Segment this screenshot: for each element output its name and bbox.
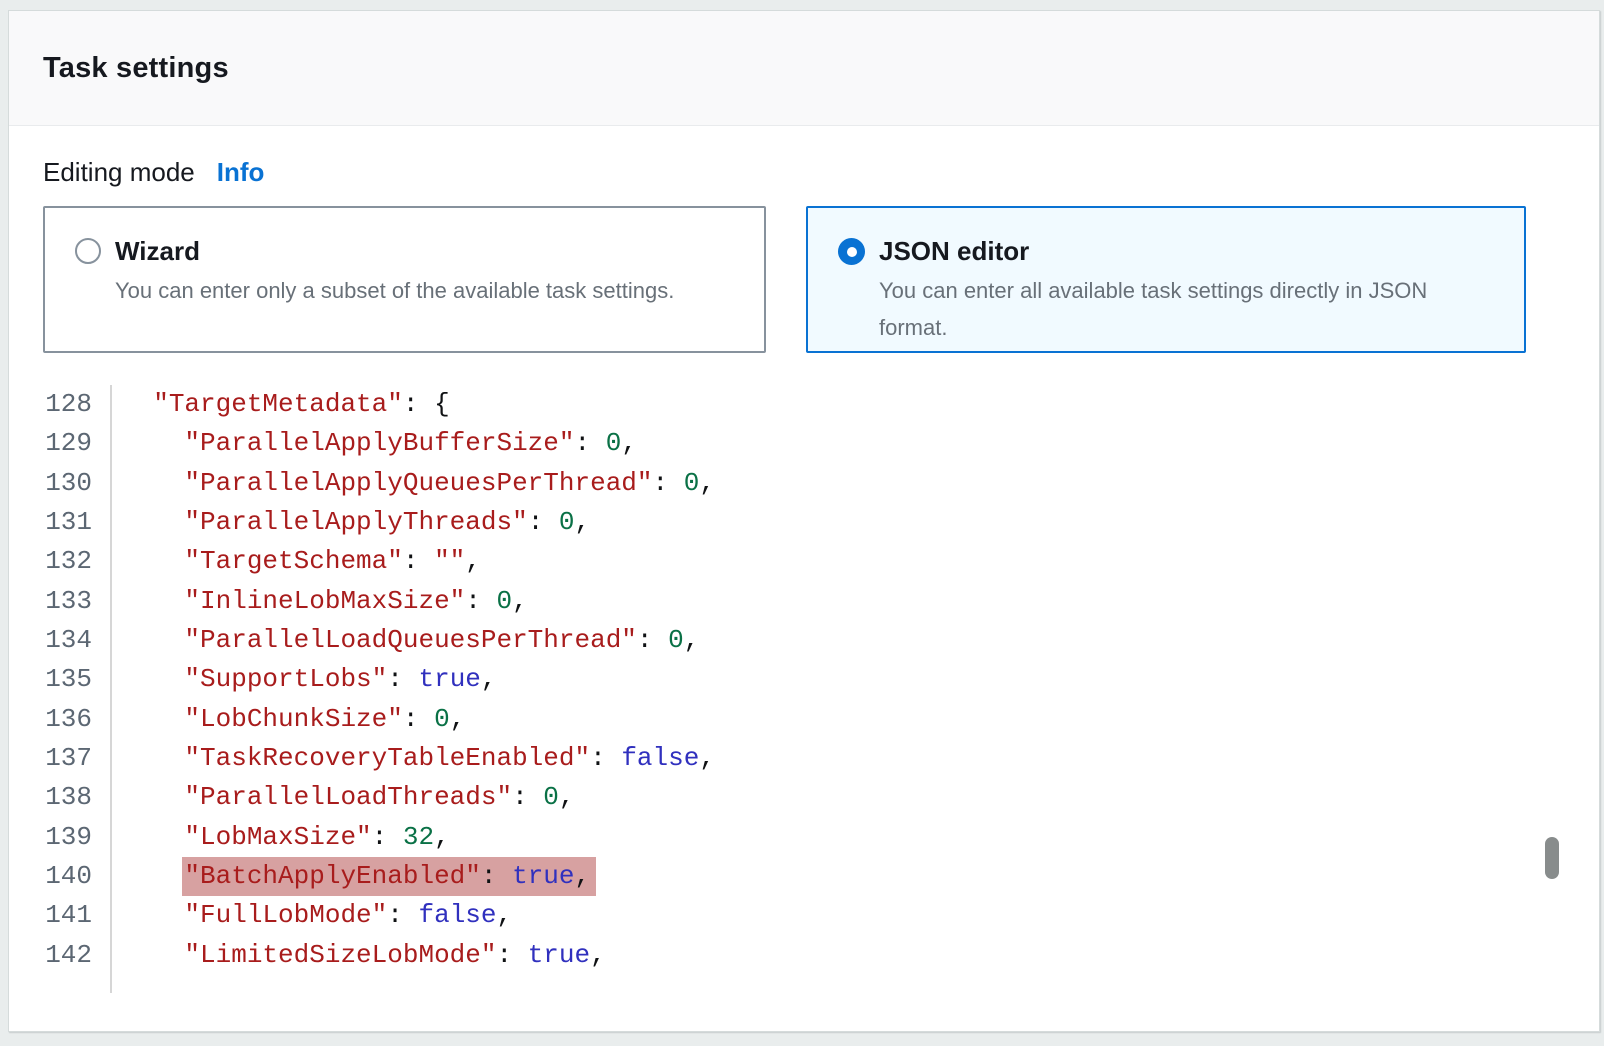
code-line[interactable]: 141 "FullLobMode": false, bbox=[9, 896, 1599, 935]
code-line[interactable]: 130 "ParallelApplyQueuesPerThread": 0, bbox=[9, 464, 1599, 503]
code-text: "TaskRecoveryTableEnabled": false, bbox=[106, 739, 715, 778]
wizard-option-description: You can enter only a subset of the avail… bbox=[115, 272, 674, 309]
code-text: "LimitedSizeLobMode": true, bbox=[106, 936, 606, 975]
wizard-option-tile[interactable]: Wizard You can enter only a subset of th… bbox=[43, 206, 766, 353]
line-number: 141 bbox=[9, 896, 106, 935]
code-line[interactable]: 134 "ParallelLoadQueuesPerThread": 0, bbox=[9, 621, 1599, 660]
code-text: "InlineLobMaxSize": 0, bbox=[106, 582, 528, 621]
json-editor-option-label: JSON editor bbox=[879, 233, 1500, 269]
code-text: "SupportLobs": true, bbox=[106, 660, 497, 699]
json-editor-option-description: You can enter all available task setting… bbox=[879, 272, 1500, 346]
panel-header: Task settings bbox=[9, 11, 1599, 126]
line-number: 136 bbox=[9, 700, 106, 739]
line-number: 135 bbox=[9, 660, 106, 699]
code-text: "LobMaxSize": 32, bbox=[106, 818, 450, 857]
code-line[interactable]: 142 "LimitedSizeLobMode": true, bbox=[9, 936, 1599, 975]
line-number: 129 bbox=[9, 424, 106, 463]
line-number: 142 bbox=[9, 936, 106, 975]
code-text: "LobChunkSize": 0, bbox=[106, 700, 465, 739]
line-number: 137 bbox=[9, 739, 106, 778]
code-text: "ParallelLoadThreads": 0, bbox=[106, 778, 575, 817]
code-line[interactable]: 139 "LobMaxSize": 32, bbox=[9, 818, 1599, 857]
line-number: 131 bbox=[9, 503, 106, 542]
info-link[interactable]: Info bbox=[217, 157, 265, 187]
code-text: "ParallelApplyBufferSize": 0, bbox=[106, 424, 637, 463]
radio-dot-icon bbox=[847, 247, 857, 257]
code-line[interactable]: 136 "LobChunkSize": 0, bbox=[9, 700, 1599, 739]
code-text: "BatchApplyEnabled": true, bbox=[106, 857, 596, 896]
wizard-option-label: Wizard bbox=[115, 233, 674, 269]
task-settings-panel: Task settings Editing mode Info Wizard Yo… bbox=[8, 10, 1600, 1032]
wizard-radio-icon[interactable] bbox=[75, 238, 101, 264]
line-number: 140 bbox=[9, 857, 106, 896]
code-text: "TargetSchema": "", bbox=[106, 542, 481, 581]
line-number: 128 bbox=[9, 385, 106, 424]
editing-mode-label: Editing mode bbox=[43, 157, 195, 187]
code-line[interactable]: 138 "ParallelLoadThreads": 0, bbox=[9, 778, 1599, 817]
code-text: "TargetMetadata": { bbox=[106, 385, 450, 424]
json-code-editor[interactable]: 128 "TargetMetadata": {129 "ParallelAppl… bbox=[9, 385, 1599, 1015]
gutter-divider bbox=[110, 385, 112, 993]
line-number: 134 bbox=[9, 621, 106, 660]
line-number: 133 bbox=[9, 582, 106, 621]
code-line[interactable]: 137 "TaskRecoveryTableEnabled": false, bbox=[9, 739, 1599, 778]
page-title: Task settings bbox=[43, 52, 229, 85]
line-number: 138 bbox=[9, 778, 106, 817]
code-lines: 128 "TargetMetadata": {129 "ParallelAppl… bbox=[9, 385, 1599, 975]
line-number: 130 bbox=[9, 464, 106, 503]
code-line[interactable]: 140 "BatchApplyEnabled": true, bbox=[9, 857, 1599, 896]
line-number: 132 bbox=[9, 542, 106, 581]
code-text: "ParallelApplyQueuesPerThread": 0, bbox=[106, 464, 715, 503]
editing-mode-row: Editing mode Info bbox=[43, 157, 264, 188]
code-text: "ParallelApplyThreads": 0, bbox=[106, 503, 590, 542]
json-editor-radio-icon[interactable] bbox=[838, 238, 865, 265]
highlighted-code: "BatchApplyEnabled": true, bbox=[182, 857, 596, 896]
line-number: 139 bbox=[9, 818, 106, 857]
json-editor-option-tile[interactable]: JSON editor You can enter all available … bbox=[806, 206, 1526, 353]
code-line[interactable]: 133 "InlineLobMaxSize": 0, bbox=[9, 582, 1599, 621]
code-line[interactable]: 128 "TargetMetadata": { bbox=[9, 385, 1599, 424]
code-line[interactable]: 131 "ParallelApplyThreads": 0, bbox=[9, 503, 1599, 542]
code-text: "FullLobMode": false, bbox=[106, 896, 512, 935]
code-text: "ParallelLoadQueuesPerThread": 0, bbox=[106, 621, 699, 660]
code-line[interactable]: 132 "TargetSchema": "", bbox=[9, 542, 1599, 581]
scrollbar-thumb[interactable] bbox=[1545, 837, 1559, 879]
code-line[interactable]: 129 "ParallelApplyBufferSize": 0, bbox=[9, 424, 1599, 463]
code-line[interactable]: 135 "SupportLobs": true, bbox=[9, 660, 1599, 699]
